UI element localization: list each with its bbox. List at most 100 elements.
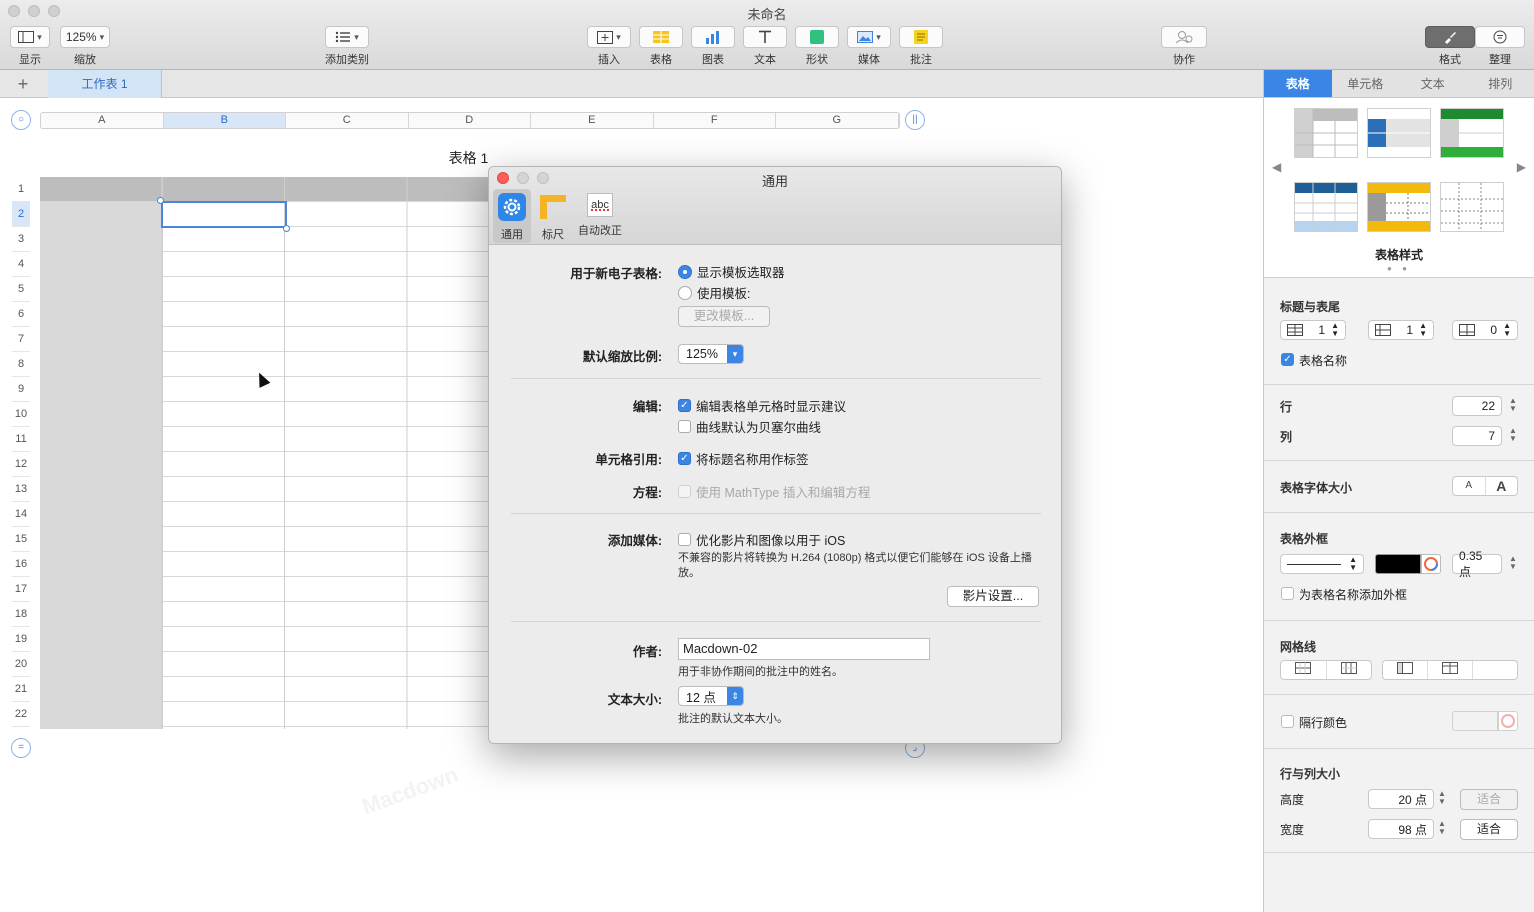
row-header[interactable]: 6 (12, 302, 30, 327)
column-header[interactable]: E (531, 113, 654, 128)
edit-option-suggestions[interactable]: ✓ 编辑表格单元格时显示建议 (678, 396, 846, 415)
use-template-radio[interactable] (678, 285, 692, 300)
add-row-handle[interactable]: = (11, 738, 31, 758)
table-style-2[interactable] (1367, 108, 1431, 158)
chevron-right-icon[interactable]: ▶ (1517, 160, 1526, 174)
table-style-1[interactable] (1294, 108, 1358, 158)
color-wheel-button[interactable] (1421, 554, 1441, 574)
format-button[interactable] (1425, 26, 1475, 48)
inspector-tab[interactable]: 文本 (1399, 70, 1467, 97)
fit-width-button[interactable]: 适合 (1460, 819, 1518, 840)
outline-width-stepper[interactable]: ▲ ▼ (1508, 555, 1518, 571)
width-input[interactable]: 98 点 (1368, 819, 1434, 839)
table-grid[interactable] (40, 177, 530, 729)
table-style-5[interactable] (1367, 182, 1431, 232)
row-header[interactable]: 13 (12, 477, 30, 502)
add-sheet-button[interactable]: + (10, 73, 36, 95)
decrease-font-button[interactable]: A (1453, 477, 1486, 495)
outline-name-checkbox[interactable] (1281, 587, 1294, 600)
stepper-icon[interactable]: ▲ ▼ (1419, 322, 1427, 338)
header-row-gridlines-button[interactable] (1383, 661, 1428, 679)
show-chooser-radio[interactable] (678, 264, 692, 279)
text-size-select[interactable]: 12 点 ⇕ (678, 686, 744, 706)
insert-table-button[interactable] (639, 26, 683, 48)
inspector-tab[interactable]: 排列 (1467, 70, 1534, 97)
movie-settings-button[interactable]: 影片设置... (947, 586, 1039, 607)
insert-media-button[interactable]: ▾ (847, 26, 891, 48)
optimize-media-checkbox[interactable] (678, 533, 691, 546)
row-header[interactable]: 10 (12, 402, 30, 427)
selection-handle[interactable] (283, 225, 290, 232)
rows-stepper[interactable]: ▲ ▼ (1508, 397, 1518, 413)
author-input[interactable]: Macdown-02 (678, 638, 930, 660)
row-header[interactable]: 18 (12, 602, 30, 627)
default-zoom-select[interactable]: 125% ▾ (678, 344, 744, 364)
selection-handle[interactable] (157, 197, 164, 204)
inspector-tab[interactable]: 表格 (1264, 70, 1332, 97)
footer-gridlines-button[interactable] (1473, 661, 1517, 679)
header-columns-control[interactable]: 1 ▲ ▼ (1368, 320, 1434, 340)
edit-option-bezier[interactable]: 曲线默认为贝塞尔曲线 (678, 417, 821, 436)
tab-rulers[interactable]: 标尺 (535, 189, 571, 243)
table-style-4[interactable] (1294, 182, 1358, 232)
column-header[interactable]: C (286, 113, 409, 128)
increase-font-button[interactable]: A (1486, 477, 1518, 495)
row-header[interactable]: 14 (12, 502, 30, 527)
table-style-3[interactable] (1440, 108, 1504, 158)
collaborate-button[interactable] (1161, 26, 1207, 48)
height-input[interactable]: 20 点 (1368, 789, 1434, 809)
table-style-6[interactable] (1440, 182, 1504, 232)
header-rows-control[interactable]: 1 ▲ ▼ (1280, 320, 1346, 340)
row-header[interactable]: 21 (12, 677, 30, 702)
row-header[interactable]: 11 (12, 427, 30, 452)
horizontal-gridlines-button[interactable] (1281, 661, 1327, 679)
column-header[interactable]: G (776, 113, 899, 128)
column-header[interactable]: B (163, 113, 286, 128)
tab-autocorrect[interactable]: abc 自动改正 (575, 189, 625, 243)
row-header[interactable]: 9 (12, 377, 30, 402)
add-comment-button[interactable] (899, 26, 943, 48)
bezier-checkbox[interactable] (678, 420, 691, 433)
chevron-left-icon[interactable]: ◀ (1272, 160, 1281, 174)
tab-general[interactable]: 通用 (493, 189, 531, 243)
outline-width-input[interactable]: 0.35 点 (1452, 549, 1502, 579)
outline-style-select[interactable]: ▲ ▼ (1280, 554, 1364, 574)
row-header[interactable]: 2 (12, 202, 30, 227)
stepper-icon[interactable]: ▲ ▼ (1331, 322, 1339, 338)
use-template-option[interactable]: 使用模板: (678, 283, 750, 302)
stepper-icon[interactable]: ▲ ▼ (1503, 322, 1511, 338)
row-header[interactable]: 5 (12, 277, 30, 302)
row-header[interactable]: 20 (12, 652, 30, 677)
row-header[interactable]: 7 (12, 327, 30, 352)
cell-ref-checkbox[interactable]: ✓ (678, 452, 691, 465)
header-col-gridlines-button[interactable] (1428, 661, 1473, 679)
row-header[interactable]: 15 (12, 527, 30, 552)
cell-ref-option[interactable]: ✓ 将标题名称用作标签 (678, 449, 809, 468)
inspector-tab[interactable]: 单元格 (1332, 70, 1400, 97)
organize-button[interactable] (1475, 26, 1525, 48)
insert-chart-button[interactable] (691, 26, 735, 48)
insert-button[interactable]: ▾ (587, 26, 631, 48)
row-header[interactable]: 1 (12, 177, 30, 202)
width-stepper[interactable]: ▲ ▼ (1437, 820, 1447, 836)
footer-rows-control[interactable]: 0 ▲ ▼ (1452, 320, 1518, 340)
rows-input[interactable]: 22 (1452, 396, 1502, 416)
add-category-button[interactable]: ▾ (325, 26, 369, 48)
cols-stepper[interactable]: ▲ ▼ (1508, 427, 1518, 443)
alt-row-color-wheel[interactable] (1498, 711, 1518, 731)
add-column-handle[interactable]: || (905, 110, 925, 130)
table-name-checkbox[interactable]: ✓ (1281, 353, 1294, 366)
alternating-rows-checkbox[interactable] (1281, 715, 1294, 728)
vertical-gridlines-button[interactable] (1327, 661, 1372, 679)
column-header[interactable]: D (408, 113, 531, 128)
row-header[interactable]: 19 (12, 627, 30, 652)
row-header[interactable]: 22 (12, 702, 30, 727)
insert-text-button[interactable] (743, 26, 787, 48)
alt-row-color-well[interactable] (1452, 711, 1498, 731)
show-chooser-option[interactable]: 显示模板选取器 (678, 262, 785, 281)
cols-input[interactable]: 7 (1452, 426, 1502, 446)
row-header[interactable]: 12 (12, 452, 30, 477)
row-header[interactable]: 17 (12, 577, 30, 602)
media-option[interactable]: 优化影片和图像以用于 iOS (678, 530, 845, 549)
row-header[interactable]: 16 (12, 552, 30, 577)
